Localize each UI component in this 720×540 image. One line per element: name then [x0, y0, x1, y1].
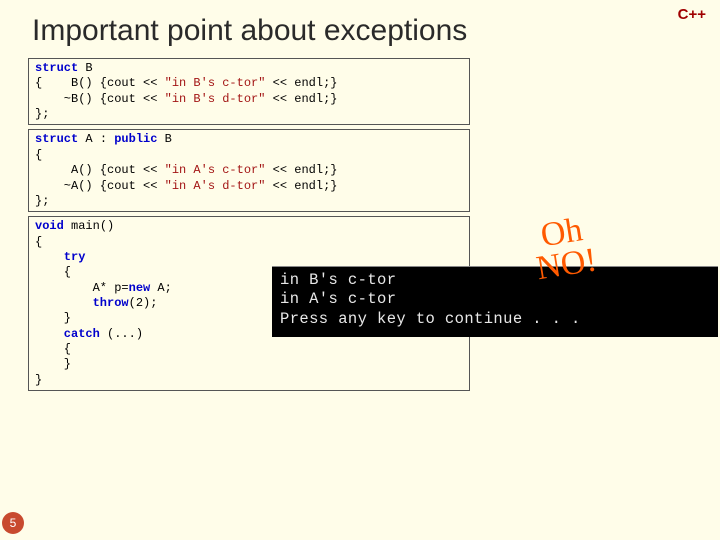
kw: struct — [35, 132, 78, 146]
slide: C++ Important point about exceptions str… — [0, 0, 720, 540]
code-text: } — [35, 311, 71, 325]
kw: void — [35, 219, 64, 233]
kw: public — [114, 132, 157, 146]
code-text: << endl;} — [265, 92, 337, 106]
code-text: { B() {cout << — [35, 76, 165, 90]
code-text: ~B() {cout << — [35, 92, 165, 106]
code-text: }; — [35, 194, 49, 208]
code-text: ~A() {cout << — [35, 179, 165, 193]
console-line: Press any key to continue . . . — [280, 310, 581, 328]
code-box-struct-b: struct B { B() {cout << "in B's c-tor" <… — [28, 58, 470, 125]
code-text: << endl;} — [265, 163, 337, 177]
str: "in B's c-tor" — [165, 76, 266, 90]
cpp-badge: C++ — [678, 6, 706, 23]
code-box-struct-a: struct A : public B { A() {cout << "in A… — [28, 129, 470, 212]
code-text: A : — [78, 132, 114, 146]
slide-title: Important point about exceptions — [32, 14, 702, 48]
code-text: (2); — [129, 296, 158, 310]
kw: try — [35, 250, 85, 264]
code-text: { — [35, 265, 71, 279]
code-text: A; — [150, 281, 172, 295]
str: "in A's c-tor" — [165, 163, 266, 177]
code-text: A() {cout << — [35, 163, 165, 177]
str: "in A's d-tor" — [165, 179, 266, 193]
code-text: << endl;} — [265, 76, 337, 90]
code-text: main() — [64, 219, 114, 233]
kw: new — [129, 281, 151, 295]
code-text: B — [157, 132, 171, 146]
code-text: B — [78, 61, 92, 75]
code-text: } — [35, 357, 71, 371]
oh-no-callout: Oh NO! — [529, 213, 599, 286]
console-line: in B's c-tor — [280, 271, 396, 289]
code-text: (...) — [100, 327, 143, 341]
kw: throw — [35, 296, 129, 310]
code-text: { — [35, 148, 42, 162]
code-text: }; — [35, 107, 49, 121]
console-line: in A's c-tor — [280, 290, 396, 308]
code-text: A* p= — [35, 281, 129, 295]
kw: catch — [35, 327, 100, 341]
code-text: { — [35, 342, 71, 356]
console-output: in B's c-tor in A's c-tor Press any key … — [272, 266, 718, 337]
code-text: } — [35, 373, 42, 387]
kw: struct — [35, 61, 78, 75]
page-number: 5 — [2, 512, 24, 534]
str: "in B's d-tor" — [165, 92, 266, 106]
code-text: { — [35, 235, 42, 249]
code-text: << endl;} — [265, 179, 337, 193]
